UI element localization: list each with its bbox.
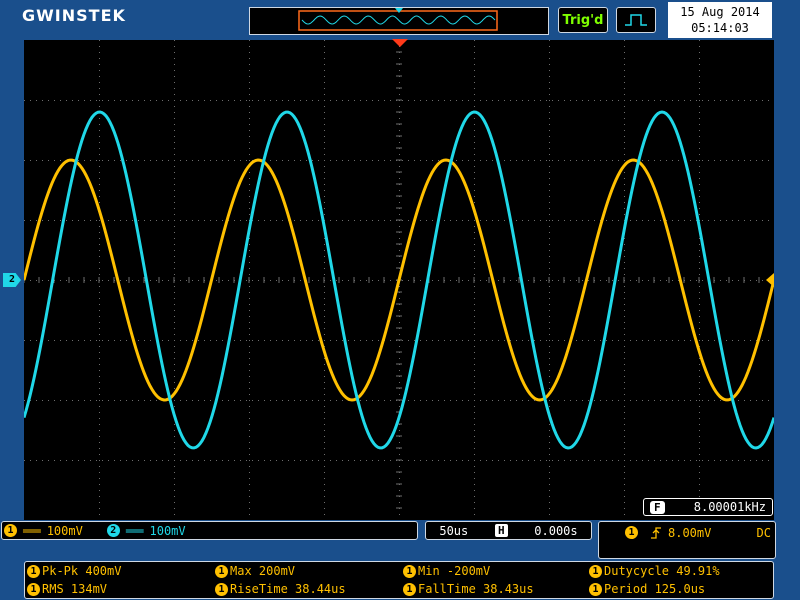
timebase-scale: 50us [439,523,469,538]
dc-coupling-icon: ═══ [23,523,41,538]
measurement-source-badge: 1 [27,582,40,596]
frequency-value: 8.00001kHz [693,500,766,514]
measurement-source-badge: 1 [215,564,228,578]
waveform-display[interactable] [22,39,776,520]
frequency-counter: F 8.00001kHz [643,498,773,516]
trigger-settings-bar[interactable]: 1 8.00mV DC [598,521,776,559]
measurement-item: 1 Dutycycle 49.91% [589,562,775,580]
time-text: 05:14:03 [691,21,749,35]
ch1-badge[interactable]: 1 [4,524,17,537]
measurement-text: FallTime 38.43us [418,582,534,596]
trigger-source-badge: 1 [625,526,638,539]
rising-edge-pulse-icon[interactable] [616,7,656,33]
measurement-item: 1 RMS 134mV [27,580,215,598]
measurement-text: RMS 134mV [42,582,108,596]
measurement-text: Min -200mV [418,564,491,578]
horizontal-mode-badge: H [494,524,508,537]
dc-coupling-icon: ═══ [125,523,144,538]
measurement-panel: 1 Pk-Pk 400mV 1 Max 200mV 1 Min -200mV 1 Dut… [24,561,774,599]
measurement-source-badge: 1 [403,564,416,578]
measurement-source-badge: 1 [215,582,228,596]
scope-svg [22,39,776,515]
frequency-badge: F [650,500,665,514]
ch2-scale: 100mV [149,523,186,538]
measurement-item: 1 FallTime 38.43us [403,580,589,598]
timebase-bar[interactable]: 50us H 0.000s [425,521,592,540]
measurement-item: 1 Pk-Pk 400mV [27,562,215,580]
ch1-scale: 100mV [46,523,83,538]
measurement-item: 1 Min -200mV [403,562,589,580]
trigger-status-button[interactable]: Trig'd [558,7,608,33]
graticule [23,39,769,515]
overview-wave [301,15,496,25]
measurement-source-badge: 1 [27,564,40,578]
measurement-source-badge: 1 [403,582,416,596]
ch2-ground-marker[interactable]: 2 [3,273,21,287]
measurement-source-badge: 1 [589,582,602,596]
measurement-text: Pk-Pk 400mV [42,564,122,578]
measurement-item: 1 Max 200mV [215,562,403,580]
trigger-coupling: DC [756,526,771,540]
measurement-text: Period 125.0us [604,582,706,596]
waveform-overview [249,7,549,35]
measurement-text: Dutycycle 49.91% [604,564,720,578]
overview-svg [298,8,498,31]
measurement-text: Max 200mV [230,564,296,578]
trigger-level-marker[interactable] [766,273,774,287]
measurement-item: 1 RiseTime 38.44us [215,580,403,598]
timebase-position: 0.000s [534,523,578,538]
pulse-symbol [625,14,647,26]
overview-window [298,10,498,31]
rising-slope-icon [650,526,662,543]
ch2-badge[interactable]: 2 [106,524,120,537]
measurement-item: 1 Period 125.0us [589,580,775,598]
date-text: 15 Aug 2014 [680,5,760,19]
trigger-position-marker[interactable] [392,39,408,47]
brand-logo: GWINSTEK [22,6,126,25]
measurement-text: RiseTime 38.44us [230,582,346,596]
trigger-level: 8.00mV [668,526,712,540]
channel-settings-bar[interactable]: 1 ═══ 100mV 2 ═══ 100mV [1,521,418,540]
date-time-display: 15 Aug 2014 05:14:03 [668,2,772,38]
measurement-source-badge: 1 [589,564,602,578]
